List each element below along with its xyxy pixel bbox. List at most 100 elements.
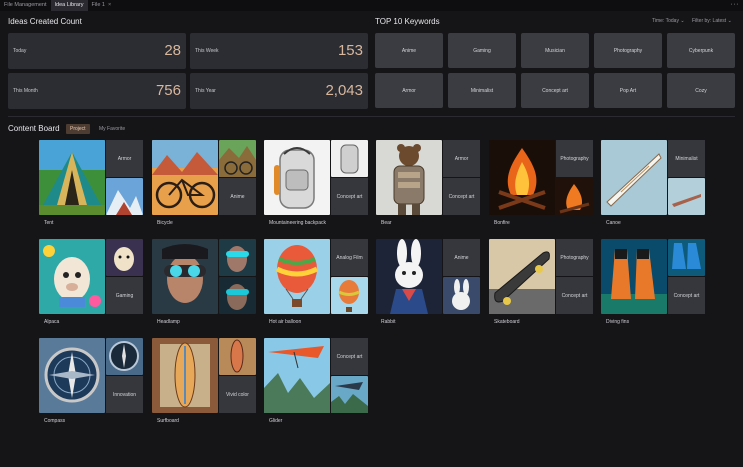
tab-label: Idea Library [54,2,84,8]
tab-label: Project [70,126,86,132]
balloon-thumbnail [331,277,368,314]
tag-label: Photography [556,239,593,276]
diving-fins-image [601,239,667,314]
tab-file-1[interactable]: File 1 × [88,0,116,11]
glider-thumbnail [331,376,368,413]
content-card-headlamp[interactable]: Headlamp [152,239,256,325]
card-name: Headlamp [157,319,180,325]
balloon-image [264,239,330,314]
skateboard-image [489,239,555,314]
keyword-label: Pop Art [619,87,637,94]
bear-image [376,140,442,215]
diving-fins-thumbnail [668,239,705,276]
tab-label: File 1 [91,2,105,8]
card-name: Compass [44,418,66,424]
compass-thumbnail [106,338,143,375]
bonfire-image [489,140,555,215]
chevron-down-icon: ⌄ [727,18,732,24]
content-board-title: Content Board [8,124,60,133]
keyword-label: Anime [401,47,417,54]
headlamp-thumbnail-1 [219,239,256,276]
rabbit-thumbnail [443,277,480,314]
card-name: Diving fins [606,319,630,325]
stat-value: 2,043 [325,82,363,99]
content-card-mountaineering-backpack[interactable]: Concept art Mountaineering backpack [264,140,368,226]
keyword-tile[interactable]: Cozy [667,73,735,108]
tab-label: File Management [4,2,47,8]
tab-idea-library[interactable]: Idea Library [50,0,88,11]
content-card-bear[interactable]: Armor Concept art Bear [376,140,480,226]
tag-label: Armor [443,140,480,177]
stat-label: This Week [195,48,219,54]
window-tab-bar: File Management Idea Library File 1 × [0,0,743,11]
card-name: Glider [269,418,283,424]
canoe-thumbnail [668,178,705,215]
tab-file-management[interactable]: File Management [0,0,51,11]
stat-label: This Year [195,88,216,94]
keyword-tile[interactable]: Anime [375,33,443,68]
time-filter-dropdown[interactable]: Time: Today ⌄ [652,18,685,24]
tag-label: Armor [106,140,143,177]
stat-label: Today [13,48,27,54]
backpack-thumbnail [331,140,368,177]
headlamp-image [152,239,218,314]
card-name: Mountaineering backpack [269,220,326,226]
keyword-tile[interactable]: Pop Art [594,73,662,108]
tag-label: Innovation [106,376,143,413]
tag-label: Photography [556,140,593,177]
tag-label: Analog Film [331,239,368,276]
stat-value: 153 [337,42,363,59]
content-card-bicycle[interactable]: Anime Bicycle [152,140,256,226]
section-divider [8,116,735,117]
canoe-image [601,140,667,215]
stat-value: 756 [155,82,181,99]
card-name: Alpaca [44,319,60,325]
keyword-tile[interactable]: Concept art [521,73,589,108]
content-card-rabbit[interactable]: Anime Rabbit [376,239,480,325]
card-name: Hot air balloon [269,319,302,325]
keyword-label: Cozy [695,87,707,94]
stat-card-this-week: This Week 153 [190,33,368,69]
tag-label: Concept art [331,178,368,215]
tag-label: Concept art [331,338,368,375]
tag-label: Concept art [668,277,705,314]
stat-card-this-month: This Month 756 [8,73,186,109]
keyword-label: Musician [545,47,565,54]
sort-filter-dropdown[interactable]: Filter by: Latest ⌄ [692,18,732,24]
tent-thumbnail [106,178,143,215]
keyword-tile[interactable]: Cyberpunk [667,33,735,68]
content-card-bonfire[interactable]: Photography Bonfire [489,140,593,226]
keywords-title: TOP 10 Keywords [375,17,440,26]
content-card-skateboard[interactable]: Photography Concept art Skateboard [489,239,593,325]
content-card-canoe[interactable]: Minimalist Canoe [601,140,705,226]
more-options-icon[interactable]: ··· [731,0,740,9]
alpaca-image [39,239,105,314]
keyword-label: Photography [613,47,643,54]
card-name: Surfboard [157,418,179,424]
surfboard-image [152,338,218,413]
alpaca-thumbnail [106,239,143,276]
keyword-tile[interactable]: Photography [594,33,662,68]
keyword-tile[interactable]: Musician [521,33,589,68]
content-card-diving-fins[interactable]: Concept art Diving fins [601,239,705,325]
close-icon[interactable]: × [108,2,111,8]
tab-my-favorite[interactable]: My Favorite [95,124,129,134]
keyword-tile[interactable]: Minimalist [448,73,516,108]
card-name: Bonfire [494,220,510,226]
tag-label: Concept art [443,178,480,215]
content-card-glider[interactable]: Concept art Glider [264,338,368,424]
time-filter-label: Time: Today [652,18,679,24]
tag-label: Anime [219,178,256,215]
tab-project[interactable]: Project [66,124,90,134]
glider-image [264,338,330,413]
content-card-surfboard[interactable]: Vivid color Surfboard [152,338,256,424]
content-card-tent[interactable]: Armor Tent [39,140,143,226]
card-name: Rabbit [381,319,396,325]
keyword-label: Concept art [542,87,568,94]
keyword-tile[interactable]: Gaming [448,33,516,68]
content-card-alpaca[interactable]: Gaming Alpaca [39,239,143,325]
keyword-tile[interactable]: Armor [375,73,443,108]
keyword-label: Minimalist [470,87,494,94]
content-card-compass[interactable]: Innovation Compass [39,338,143,424]
content-card-hot-air-balloon[interactable]: Analog Film Hot air balloon [264,239,368,325]
